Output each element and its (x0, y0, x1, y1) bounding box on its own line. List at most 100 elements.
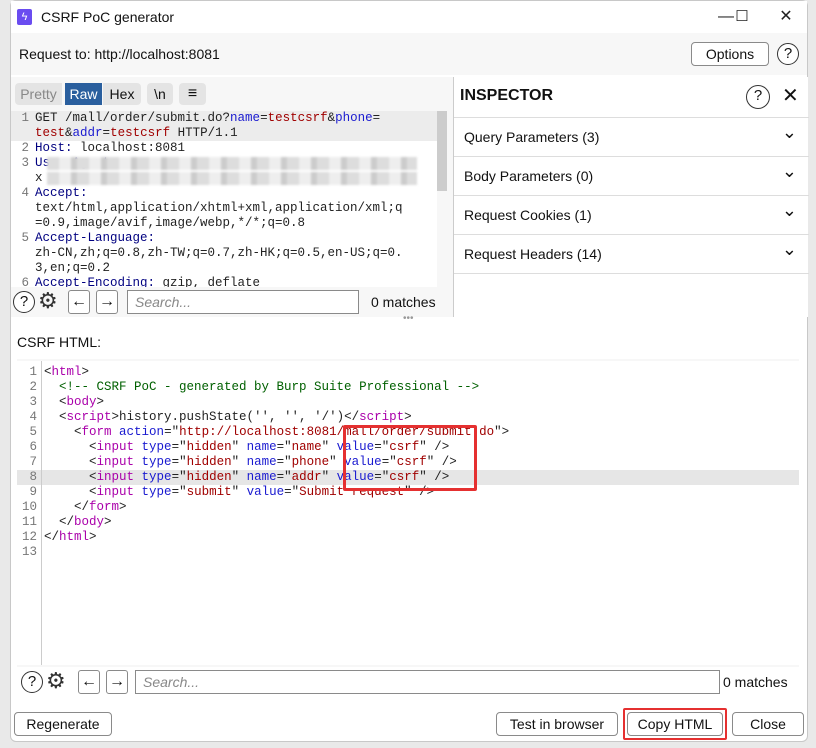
code-token: " (321, 470, 337, 484)
line-code: 3,en;q=0.2 (35, 261, 110, 276)
settings-gear-icon[interactable]: ⚙ (38, 288, 58, 314)
help-icon[interactable]: ? (777, 43, 799, 65)
code-token: < (44, 440, 97, 454)
help-icon[interactable]: ? (21, 671, 43, 693)
menu-icon[interactable]: ≡ (179, 83, 206, 105)
request-search-input[interactable]: Search... (127, 290, 359, 314)
inspector-section-3[interactable]: Request Headers (14) ⌄ (454, 235, 809, 274)
close-icon[interactable]: ✕ (771, 5, 801, 29)
code-line: 13 (17, 545, 799, 560)
help-icon[interactable]: ? (746, 85, 770, 109)
chevron-down-icon[interactable]: ⌄ (782, 152, 797, 191)
csrf-html-editor: 1 <html> 2 <!-- CSRF PoC - generated by Bu… (17, 359, 799, 667)
code-token: & (65, 126, 73, 140)
next-match-icon[interactable]: → (106, 670, 128, 694)
code-token: = (372, 111, 381, 125)
code-token: submit (186, 485, 232, 499)
line-number: 11 (21, 515, 37, 529)
code-line: text/html,application/xhtml+xml,applicat… (11, 201, 437, 216)
code-token: 3,en;q=0.2 (35, 261, 111, 275)
line-number: 3 (21, 156, 29, 170)
code-token: HTTP/1.1 (170, 126, 238, 140)
close-button[interactable]: Close (732, 712, 804, 736)
line-code: <body> (44, 395, 104, 410)
inspector-title: INSPECTOR (460, 87, 554, 104)
code-line: zh-CN,zh;q=0.8,zh-TW;q=0.7,zh-HK;q=0.5,e… (11, 246, 437, 261)
code-line: =0.9,image/avif,image/webp,*/*;q=0.8 (11, 216, 437, 231)
code-token: < (44, 365, 52, 379)
tab-raw[interactable]: Raw (65, 83, 102, 105)
code-token: = (260, 111, 268, 125)
code-line: 2 <!-- CSRF PoC - generated by Burp Suit… (17, 380, 799, 395)
line-code: test&addr=testcsrf HTTP/1.1 (35, 126, 238, 141)
csrf-code[interactable]: 1 <html> 2 <!-- CSRF PoC - generated by Bu… (17, 361, 799, 665)
request-scrollbar[interactable] (437, 111, 447, 191)
regenerate-button[interactable]: Regenerate (14, 712, 112, 736)
line-number: 2 (21, 141, 29, 155)
line-code: zh-CN,zh;q=0.8,zh-TW;q=0.7,zh-HK;q=0.5,e… (35, 246, 403, 261)
code-token: form (89, 500, 120, 514)
code-token: =0.9,image/avif,image/webp,*/*;q=0.8 (35, 216, 306, 230)
previous-match-icon[interactable]: ← (68, 290, 90, 314)
close-inspector-icon[interactable]: ✕ (782, 83, 799, 108)
code-token: Accept-Language: (35, 231, 156, 245)
code-token: =" (171, 455, 187, 469)
tab-pretty[interactable]: Pretty (15, 83, 62, 105)
code-token: phone (335, 111, 373, 125)
code-token: name (246, 455, 277, 469)
code-line: 10 </form> (17, 500, 799, 515)
settings-gear-icon[interactable]: ⚙ (46, 668, 66, 694)
code-token: =" (276, 470, 292, 484)
tab-hex[interactable]: Hex (103, 83, 141, 105)
code-line: 4 <script>history.pushState('', '', '/')… (17, 410, 799, 425)
test-in-browser-button[interactable]: Test in browser (496, 712, 618, 736)
maximize-icon[interactable]: ☐ (727, 5, 757, 29)
code-token: html (51, 365, 82, 379)
code-token: type (141, 455, 172, 469)
code-line: 3,en;q=0.2 (11, 261, 437, 276)
code-token: < (44, 410, 67, 424)
code-token: type (141, 470, 172, 484)
code-token: gzip, deflate (155, 276, 261, 287)
request-code[interactable]: 1 GET /mall/order/submit.do?name=testcsrf… (11, 111, 437, 287)
inspector-section-0[interactable]: Query Parameters (3) ⌄ (454, 118, 809, 157)
code-line: 11 </body> (17, 515, 799, 530)
options-button[interactable]: Options (691, 42, 769, 66)
code-line: 2 Host: localhost:8081 (11, 141, 437, 156)
code-token: " (231, 470, 247, 484)
inspector-section-1[interactable]: Body Parameters (0) ⌄ (454, 157, 809, 196)
chevron-down-icon[interactable]: ⌄ (782, 113, 797, 152)
csrf-search-input[interactable]: Search... (135, 670, 720, 694)
code-token: < (44, 470, 97, 484)
code-token: " (231, 440, 247, 454)
line-number: 6 (29, 440, 37, 454)
burp-lightning-icon: ϟ (17, 9, 32, 25)
help-icon[interactable]: ? (13, 291, 35, 313)
line-code: </form> (44, 500, 127, 515)
section-label: Query Parameters (3) (464, 129, 600, 145)
line-number: 8 (29, 470, 37, 484)
next-match-icon[interactable]: → (96, 290, 118, 314)
newline-toggle[interactable]: \n (147, 83, 173, 105)
chevron-down-icon[interactable]: ⌄ (782, 191, 797, 230)
inspector-section-2[interactable]: Request Cookies (1) ⌄ (454, 196, 809, 235)
code-line: test&addr=testcsrf HTTP/1.1 (11, 126, 437, 141)
code-token: type (141, 440, 172, 454)
code-token: addr (291, 470, 322, 484)
title-bar: ϟ CSRF PoC generator — ☐ ✕ (11, 1, 807, 33)
line-code: Accept-Encoding: gzip, deflate (35, 276, 260, 287)
code-token: Accept: (35, 186, 88, 200)
code-line: 3User-Agent: (11, 156, 437, 171)
code-token: = (102, 126, 111, 140)
code-token: text/html,application/xhtml+xml,applicat… (35, 201, 403, 215)
chevron-down-icon[interactable]: ⌄ (782, 230, 797, 269)
splitter-handle[interactable]: ••• (403, 313, 414, 324)
line-code: text/html,application/xhtml+xml,applicat… (35, 201, 403, 216)
previous-match-icon[interactable]: ← (78, 670, 100, 694)
code-token: script (66, 410, 112, 424)
section-label: Request Headers (14) (464, 246, 602, 262)
code-token: GET /mall/order/submit.do? (35, 111, 231, 125)
